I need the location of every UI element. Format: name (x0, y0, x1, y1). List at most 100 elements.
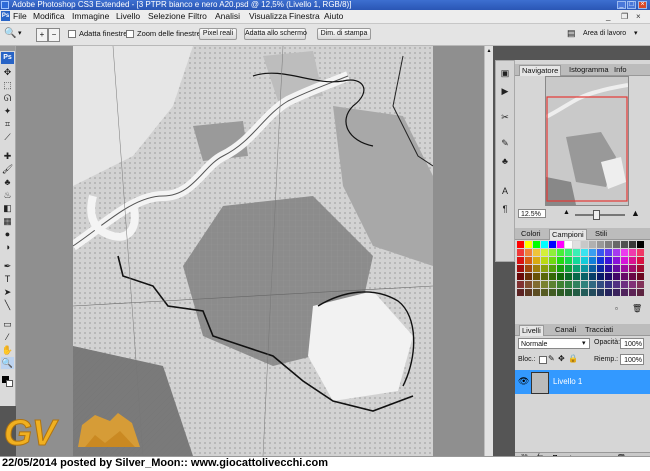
pen-tool-icon[interactable]: ✒ (1, 260, 14, 272)
swatch-cell[interactable] (581, 249, 588, 256)
zoom-in-icon[interactable]: + (36, 28, 48, 42)
tab-canali[interactable]: Canali (553, 325, 578, 335)
swatch-cell[interactable] (541, 265, 548, 272)
document-canvas[interactable] (73, 46, 433, 456)
menu-immagine[interactable]: Immagine (72, 11, 109, 22)
swatch-cell[interactable] (581, 257, 588, 264)
swatch-cell[interactable] (597, 273, 604, 280)
navigator-zoom-slider-thumb[interactable] (593, 210, 600, 220)
hand-tool-icon[interactable]: ✋ (1, 344, 14, 356)
swatch-cell[interactable] (557, 281, 564, 288)
swatch-cell[interactable] (525, 273, 532, 280)
swatch-cell[interactable] (517, 265, 524, 272)
swatch-cell[interactable] (597, 265, 604, 272)
delete-swatch-icon[interactable]: 🗑 (632, 304, 642, 313)
eraser-tool-icon[interactable]: ◧ (1, 202, 14, 214)
tab-livelli[interactable]: Livelli (519, 325, 544, 336)
lasso-tool-icon[interactable]: ᘏ (1, 92, 14, 104)
tab-campioni[interactable]: Campioni (549, 229, 587, 240)
swatch-cell[interactable] (557, 273, 564, 280)
swatch-cell[interactable] (549, 281, 556, 288)
swatch-cell[interactable] (613, 289, 620, 296)
swatch-grid[interactable] (517, 241, 645, 301)
type-tool-icon[interactable]: T (1, 273, 14, 285)
menu-analisi[interactable]: Analisi (215, 11, 240, 22)
swatch-cell[interactable] (621, 241, 628, 248)
magic-wand-icon[interactable]: ✦ (1, 105, 14, 117)
swatch-cell[interactable] (637, 241, 644, 248)
swatch-cell[interactable] (541, 257, 548, 264)
swatch-cell[interactable] (525, 289, 532, 296)
swatch-cell[interactable] (589, 241, 596, 248)
swatch-cell[interactable] (549, 273, 556, 280)
swatch-cell[interactable] (533, 249, 540, 256)
healing-brush-icon[interactable]: ✚ (1, 150, 14, 162)
zoom-finestre-checkbox[interactable] (126, 30, 134, 38)
tab-colori[interactable]: Colori (519, 229, 543, 239)
clone-stamp-icon[interactable]: ♣ (1, 176, 14, 188)
swatch-cell[interactable] (517, 249, 524, 256)
swatch-cell[interactable] (613, 281, 620, 288)
swatch-cell[interactable] (573, 249, 580, 256)
swatch-cell[interactable] (637, 281, 644, 288)
swatch-cell[interactable] (573, 289, 580, 296)
adatta-schermo-button[interactable]: Adatta allo schermo (244, 28, 307, 40)
workspace-icon[interactable]: ▤ (567, 28, 576, 39)
swatch-cell[interactable] (613, 265, 620, 272)
swatch-cell[interactable] (565, 249, 572, 256)
swatch-cell[interactable] (549, 257, 556, 264)
swatch-cell[interactable] (557, 289, 564, 296)
swatch-cell[interactable] (621, 265, 628, 272)
swatch-cell[interactable] (605, 257, 612, 264)
menu-file[interactable]: File (13, 11, 27, 22)
menu-visualizza[interactable]: Visualizza (249, 11, 287, 22)
swatch-cell[interactable] (629, 281, 636, 288)
menu-filtro[interactable]: Filtro (188, 11, 207, 22)
new-swatch-icon[interactable]: ▫ (615, 304, 618, 313)
swatch-cell[interactable] (637, 257, 644, 264)
tab-istogramma[interactable]: Istogramma (567, 65, 611, 75)
blur-tool-icon[interactable]: ● (1, 228, 14, 240)
menu-aiuto[interactable]: Aiuto (324, 11, 343, 22)
swatch-cell[interactable] (517, 289, 524, 296)
notes-tool-icon[interactable]: ▭ (1, 318, 14, 330)
doc-restore-icon[interactable]: ❐ (621, 11, 628, 22)
histogram-panel-icon[interactable]: ▣ (499, 67, 511, 79)
swatch-cell[interactable] (541, 281, 548, 288)
swatch-cell[interactable] (621, 273, 628, 280)
swatch-cell[interactable] (565, 281, 572, 288)
menu-modifica[interactable]: Modifica (33, 11, 65, 22)
swatch-cell[interactable] (621, 281, 628, 288)
pixel-reali-button[interactable]: Pixel reali (199, 28, 237, 40)
menu-selezione[interactable]: Selezione (148, 11, 185, 22)
opacity-field[interactable]: 100% (620, 338, 644, 349)
swatch-cell[interactable] (573, 257, 580, 264)
doc-minimize-icon[interactable]: _ (606, 11, 610, 22)
swatch-cell[interactable] (549, 241, 556, 248)
swatch-cell[interactable] (573, 281, 580, 288)
swatch-cell[interactable] (549, 289, 556, 296)
swatch-cell[interactable] (637, 289, 644, 296)
swatch-cell[interactable] (581, 289, 588, 296)
crop-tool-icon[interactable]: ⌗ (1, 118, 14, 130)
swatch-cell[interactable] (597, 241, 604, 248)
swatch-cell[interactable] (597, 281, 604, 288)
path-selection-icon[interactable]: ➤ (1, 286, 14, 298)
swatch-cell[interactable] (533, 281, 540, 288)
clone-source-panel-icon[interactable]: ♣ (499, 155, 511, 167)
background-color-swatch[interactable] (6, 380, 13, 387)
swatch-cell[interactable] (573, 265, 580, 272)
character-panel-icon[interactable]: A (499, 185, 511, 197)
lock-position-icon[interactable]: ✥ (558, 354, 565, 363)
swatch-cell[interactable] (629, 265, 636, 272)
swatch-cell[interactable] (525, 241, 532, 248)
swatch-cell[interactable] (557, 241, 564, 248)
doc-close-icon[interactable]: × (636, 11, 641, 22)
swatch-cell[interactable] (549, 265, 556, 272)
layer-visibility-eye-icon[interactable]: 👁 (518, 376, 529, 387)
swatch-cell[interactable] (565, 289, 572, 296)
swatch-cell[interactable] (589, 249, 596, 256)
swatch-cell[interactable] (533, 265, 540, 272)
swatch-cell[interactable] (597, 289, 604, 296)
swatch-cell[interactable] (541, 241, 548, 248)
